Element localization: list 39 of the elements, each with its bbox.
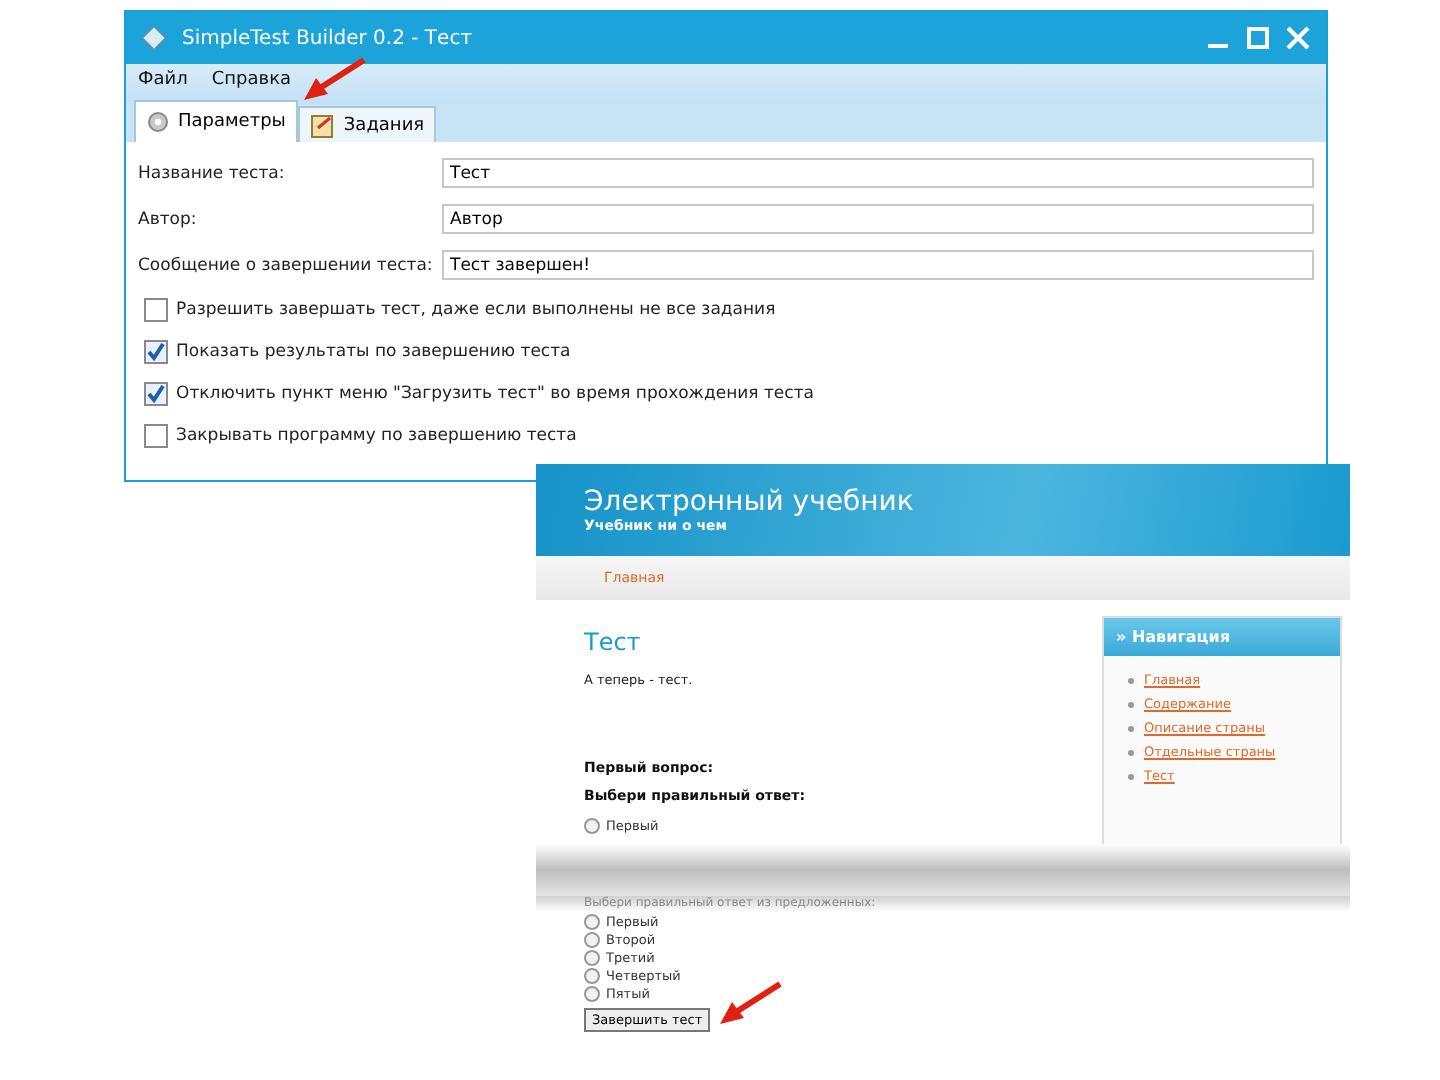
input-field[interactable]: Автор	[442, 204, 1314, 234]
page-heading: Тест	[584, 628, 643, 656]
checkbox-label: Разрешить завершать тест, даже если выполнены не все задания	[176, 299, 776, 319]
bullet-icon	[1128, 773, 1134, 779]
radio-button[interactable]	[584, 931, 600, 947]
bullet-icon	[1128, 725, 1134, 731]
pointer-arrow	[300, 56, 368, 104]
radio-button[interactable]	[584, 985, 600, 1001]
checkbox-label: Показать результаты по завершению теста	[176, 341, 571, 361]
bullet-icon	[1128, 701, 1134, 707]
field-label: Сообщение о завершении теста:	[138, 255, 435, 275]
input-field[interactable]: Тест	[442, 158, 1314, 188]
bullet-icon	[1128, 677, 1134, 683]
close-icon[interactable]	[1286, 26, 1310, 50]
tab[interactable]: Параметры	[134, 100, 298, 142]
radio-button[interactable]	[584, 967, 600, 983]
checkbox[interactable]	[144, 381, 168, 405]
radio-button[interactable]	[584, 949, 600, 965]
panel-header: » Навигация	[1104, 618, 1340, 656]
diamond-icon	[142, 26, 166, 50]
field-label: Название теста:	[138, 163, 287, 183]
window-title: SimpleTest Builder 0.2 - Тест	[182, 27, 473, 49]
checkbox[interactable]	[144, 297, 168, 321]
clipboard-icon	[309, 112, 336, 138]
site-title: Электронный учебник	[584, 486, 916, 518]
checkbox-label: Закрывать программу по завершению теста	[176, 425, 577, 445]
menu-item[interactable]: Справка	[211, 70, 292, 98]
checkbox[interactable]	[144, 423, 168, 447]
checkbox-label: Отключить пункт меню "Загрузить тест" во время прохождения теста	[176, 383, 814, 403]
field-label: Автор:	[138, 209, 199, 229]
checkbox[interactable]	[144, 339, 168, 363]
radio-button[interactable]	[584, 913, 600, 929]
input-field[interactable]: Тест завершен!	[442, 250, 1314, 280]
pointer-arrow	[716, 980, 784, 1028]
radio-button[interactable]	[584, 817, 600, 833]
tab[interactable]: Задания	[297, 106, 437, 142]
maximize-icon[interactable]	[1246, 26, 1270, 50]
bullet-icon	[1128, 749, 1134, 755]
menu-item[interactable]: Файл	[138, 70, 188, 98]
